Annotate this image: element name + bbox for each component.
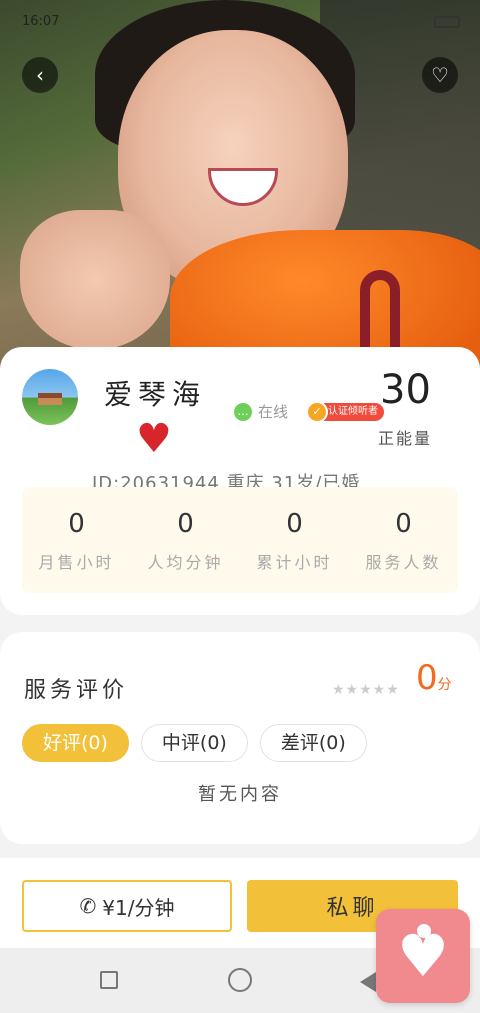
stat-item: 0 累计小时 [240,487,349,593]
chevron-left-icon: ‹ [36,63,44,87]
stat-item: 0 月售小时 [22,487,131,593]
status-time: 16:07 [22,14,60,29]
person-head-dot [417,924,431,938]
stat-item: 0 人均分钟 [131,487,240,593]
heart-icon[interactable]: ♥ [136,419,172,459]
nav-back-icon[interactable] [360,972,376,992]
score-unit: 分 [437,677,452,693]
home-icon[interactable] [228,968,252,992]
rating-stars-icon: ★★★★★ [332,682,400,698]
stats-panel: 0 月售小时 0 人均分钟 0 累计小时 0 服务人数 [22,487,458,593]
tab-good-reviews[interactable]: 好评(0) [22,724,129,762]
certified-badge: ✓ 认证倾听者 [306,401,384,423]
tab-neutral-reviews[interactable]: 中评(0) [140,724,248,762]
heart-outline-icon: ♡ [431,63,449,87]
call-price-label: ¥1/分钟 [102,895,175,920]
score-value: 0 [416,658,438,698]
energy-label: 正能量 [378,429,433,448]
favorite-button[interactable]: ♡ [422,57,458,93]
stat-item: 0 服务人数 [349,487,458,593]
chat-bubble-icon: … [234,402,252,421]
tab-bad-reviews[interactable]: 差评(0) [259,724,367,762]
review-title: 服务评价 [24,678,129,703]
floating-app-button[interactable]: ♥ [376,909,470,1003]
stat-value: 0 [395,509,412,539]
energy-value: 30 [380,367,431,413]
cert-label: 认证倾听者 [328,406,378,417]
recent-apps-icon[interactable] [100,971,118,989]
stat-value: 0 [177,509,194,539]
stat-value: 0 [286,509,303,539]
avatar[interactable] [22,369,78,425]
check-badge-icon: ✓ [306,401,328,423]
status-bar: 16:07 [0,0,480,44]
profile-hero-photo [0,0,480,380]
stat-value: 0 [68,509,85,539]
battery-icon [434,16,460,28]
call-button[interactable]: ✆ ¥1/分钟 [22,880,232,932]
stat-label: 服务人数 [365,553,442,572]
stat-label: 月售小时 [38,553,115,572]
review-score: 0分 [416,658,452,698]
photo-hand [20,210,170,350]
online-label: 在线 [258,403,289,421]
stat-label: 累计小时 [256,553,333,572]
stat-label: 人均分钟 [147,553,224,572]
empty-state-text: 暂无内容 [198,784,282,805]
profile-name: 爱琴海 [104,378,207,411]
avatar-house [38,393,62,405]
id-line: ID:20631944 重庆 31岁/已婚 [92,473,361,489]
online-status: … 在线 [234,401,288,422]
review-tabs: 好评(0) 中评(0) 差评(0) [22,724,367,762]
review-card: 服务评价 ★★★★★ 0分 好评(0) 中评(0) 差评(0) 暂无内容 [0,632,480,844]
back-button[interactable]: ‹ [22,57,58,93]
phone-icon: ✆ [79,894,97,918]
profile-card: 爱琴海 ♥ … 在线 ✓ 认证倾听者 30 正能量 ID:20631944 重庆… [0,347,480,615]
